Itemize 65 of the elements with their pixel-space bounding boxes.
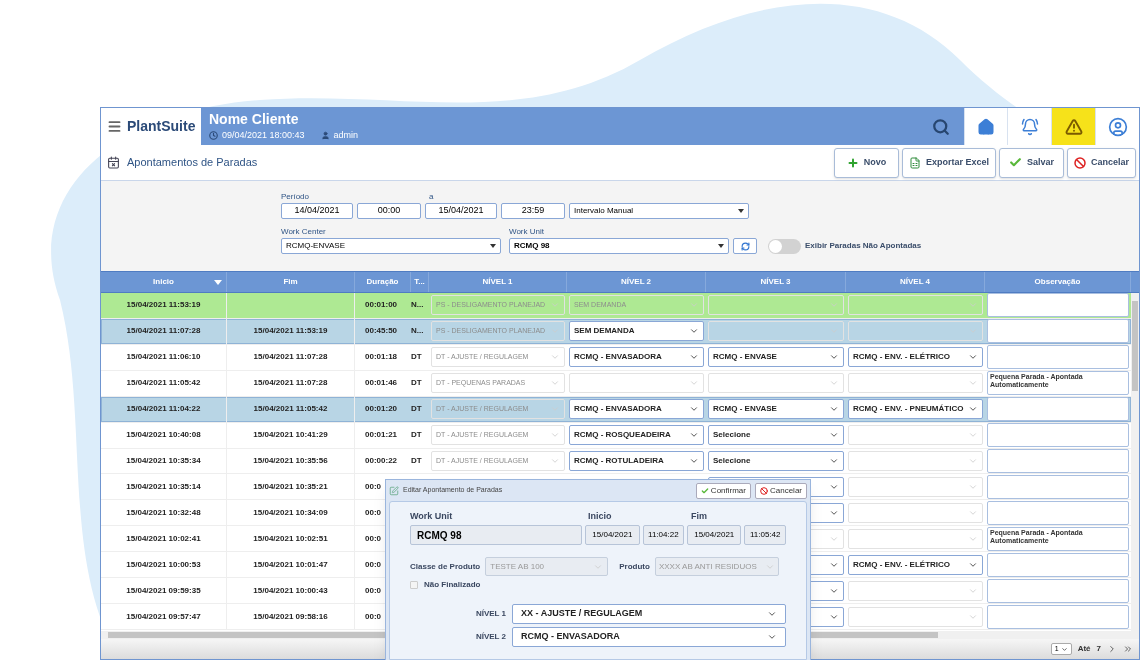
to-label: a bbox=[429, 191, 434, 203]
table-cell: 15/04/2021 10:00:43 bbox=[253, 584, 328, 597]
page-total: 7 bbox=[1096, 643, 1101, 655]
table-cell: 00:01:18 bbox=[365, 351, 398, 364]
table-cell: 15/04/2021 10:35:14 bbox=[126, 480, 201, 493]
table-cell: 15/04/2021 09:59:35 bbox=[126, 584, 201, 597]
table-cell: 00:0 bbox=[365, 506, 381, 519]
table-cell: 00:0 bbox=[365, 480, 381, 493]
table-cell: DT bbox=[411, 429, 422, 442]
level-label: NÍVEL 1 bbox=[475, 608, 506, 620]
checkbox-label: Não Finalizado bbox=[424, 579, 481, 591]
work-center-label: Work Center bbox=[281, 226, 327, 238]
until-label: Até bbox=[1077, 643, 1091, 655]
table-cell: N... bbox=[411, 325, 424, 338]
start-label: Inicio bbox=[588, 510, 613, 523]
table-cell: 15/04/2021 10:02:41 bbox=[126, 532, 201, 545]
table-cell: 00:01:21 bbox=[365, 429, 398, 442]
table-cell: 15/04/2021 11:07:28 bbox=[126, 325, 201, 338]
table-cell: 15/04/2021 10:01:47 bbox=[253, 558, 328, 571]
table-cell: 15/04/2021 11:53:19 bbox=[253, 325, 328, 338]
client-name: Nome Cliente bbox=[209, 110, 300, 127]
table-cell: 00:01:00 bbox=[365, 299, 398, 312]
table-cell: 00:45:50 bbox=[365, 325, 398, 338]
table-cell: 15/04/2021 10:35:21 bbox=[253, 480, 328, 493]
page-title: Apontamentos de Paradas bbox=[127, 155, 258, 171]
table-cell: 15/04/2021 09:58:16 bbox=[253, 610, 328, 623]
table-cell: 15/04/2021 10:02:51 bbox=[253, 532, 328, 545]
table-cell: DT bbox=[411, 377, 422, 390]
table-cell: 15/04/2021 11:06:10 bbox=[126, 351, 201, 364]
table-cell: 15/04/2021 11:07:28 bbox=[253, 377, 328, 390]
table-cell: DT bbox=[411, 403, 422, 416]
table-cell: 00:0 bbox=[365, 532, 381, 545]
logo: PlantSuite bbox=[127, 117, 196, 136]
table-cell: 00:0 bbox=[365, 584, 381, 597]
table-cell: 15/04/2021 10:00:53 bbox=[126, 558, 201, 571]
table-cell: 15/04/2021 10:41:29 bbox=[253, 429, 328, 442]
level-label: NÍVEL 2 bbox=[475, 631, 506, 643]
datetime-text: 09/04/2021 18:00:43 bbox=[222, 128, 305, 142]
table-cell: 15/04/2021 11:05:42 bbox=[126, 377, 201, 390]
user-name: admin bbox=[333, 128, 359, 142]
table-cell: DT bbox=[411, 455, 422, 467]
table-cell: 00:01:20 bbox=[365, 403, 398, 416]
table-cell: 15/04/2021 11:07:28 bbox=[253, 351, 328, 364]
table-cell: 15/04/2021 10:35:34 bbox=[126, 455, 201, 467]
table-cell: N... bbox=[411, 299, 424, 312]
table-cell: 00:00:22 bbox=[365, 455, 398, 467]
end-label: Fim bbox=[691, 510, 707, 523]
table-cell: 15/04/2021 10:35:56 bbox=[253, 455, 328, 467]
product-class-label: Classe de Produto bbox=[410, 560, 481, 573]
product-label: Produto bbox=[619, 560, 650, 573]
table-cell: 15/04/2021 10:40:08 bbox=[126, 429, 201, 442]
work-unit-label: Work Unit bbox=[410, 510, 454, 523]
work-unit-label: Work Unit bbox=[509, 226, 544, 238]
period-label: Período bbox=[281, 191, 311, 203]
table-cell: DT bbox=[411, 351, 422, 364]
toggle-label: Exibir Paradas Não Apontadas bbox=[805, 240, 922, 252]
table-cell: 15/04/2021 09:57:47 bbox=[126, 610, 201, 623]
table-cell: 00:0 bbox=[365, 610, 381, 623]
table-cell: 00:01:46 bbox=[365, 377, 398, 390]
table-cell: 00:0 bbox=[365, 558, 381, 571]
table-cell: 15/04/2021 10:34:09 bbox=[253, 506, 328, 519]
table-cell: 15/04/2021 10:32:48 bbox=[126, 506, 201, 519]
table-cell: 15/04/2021 11:05:42 bbox=[253, 403, 328, 416]
table-cell: 15/04/2021 11:04:22 bbox=[126, 403, 201, 416]
table-cell: 15/04/2021 11:53:19 bbox=[126, 299, 201, 312]
